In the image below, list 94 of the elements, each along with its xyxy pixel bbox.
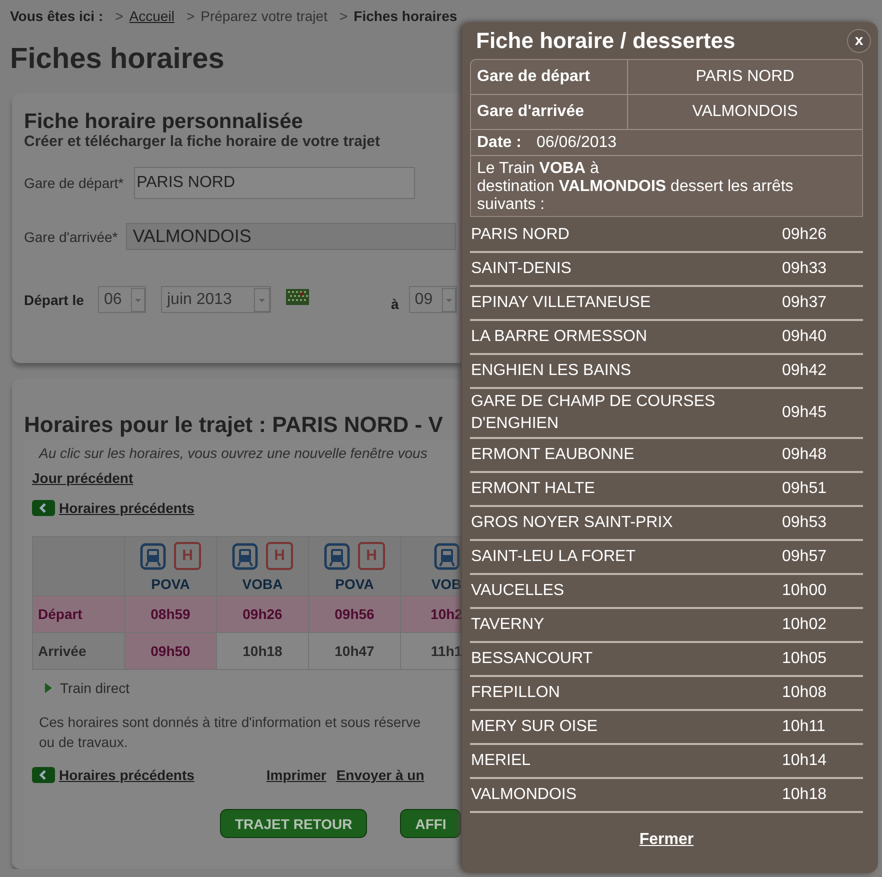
action-button[interactable]: AFFI: [400, 809, 462, 838]
stop-name: SAINT-DENIS: [471, 259, 572, 279]
arrival-time[interactable]: 09h50: [125, 633, 217, 669]
modal-title: Fiche horaire / dessertes: [476, 28, 736, 54]
stop-time: 10h14: [782, 752, 828, 770]
info-value: VALMONDOIS: [691, 103, 799, 121]
previous-times-link[interactable]: Horaires précédents: [59, 500, 194, 516]
stop-name: GROS NOYER SAINT-PRIX: [471, 513, 674, 533]
card-subtitle: Créer et télécharger la fiche horaire de votre trajet: [24, 133, 381, 150]
disclaimer-text: Ces horaires sont donnés à titre d'information et sous réserve ou de travaux.: [39, 713, 422, 752]
stop-time: 10h18: [782, 786, 828, 804]
stop-name: LA BARRE ORMESSON: [471, 327, 648, 347]
stop-name: MERIEL: [471, 751, 532, 771]
breadcrumb-separator: >: [186, 8, 195, 24]
info-label: Gare de départ: [471, 60, 628, 94]
previous-day-link[interactable]: Jour précédent: [32, 470, 134, 486]
row-header: Arrivée: [33, 633, 125, 669]
date-label: Départ le: [24, 292, 85, 308]
calendar-icon[interactable]: [286, 288, 309, 304]
stop-name: GARE DE CHAMP DE COURSES D'ENGHIEN: [471, 392, 716, 434]
send-link[interactable]: Envoyer à un: [336, 767, 424, 783]
stop-name: TAVERNY: [471, 615, 546, 635]
previous-times-link[interactable]: Horaires précédents: [59, 767, 194, 783]
stop-time: 10h08: [782, 684, 828, 702]
stop-name: MERY SUR OISE: [471, 717, 599, 737]
action-button[interactable]: TRAJET RETOUR: [220, 809, 368, 838]
stop-time: 10h02: [782, 616, 828, 634]
date-label: Date :: [477, 134, 522, 152]
breadcrumb-item: Fiches horaires: [354, 8, 458, 24]
field-label: Gare d'arrivée*: [24, 228, 118, 244]
breadcrumb-link[interactable]: Accueil: [129, 8, 174, 24]
info-badge[interactable]: H: [358, 542, 385, 570]
info-label: Gare d'arrivée: [471, 95, 628, 129]
train-icon: [324, 542, 350, 570]
date-value: 06/06/2013: [536, 134, 617, 152]
day-select[interactable]: 06: [98, 286, 146, 313]
stop-name: ERMONT HALTE: [471, 479, 596, 499]
train-icon: [232, 542, 258, 570]
caret-icon: [131, 288, 145, 312]
stop-time: 09h51: [782, 480, 828, 498]
stop-name: ENGHIEN LES BAINS: [471, 361, 632, 381]
info-badge[interactable]: H: [174, 542, 201, 570]
train-icon: [140, 542, 166, 570]
time-label: à: [391, 296, 399, 312]
breadcrumb-item: Préparez votre trajet: [200, 8, 328, 24]
train-code: VOBA: [242, 576, 283, 592]
stop-time: 09h42: [782, 362, 828, 380]
stop-time: 09h57: [782, 548, 828, 566]
stop-time: 09h45: [782, 404, 828, 422]
page-title: Fiches horaires: [10, 42, 226, 76]
train-code: POVA: [151, 576, 190, 592]
stop-name: PARIS NORD: [471, 225, 570, 245]
stop-name: VAUCELLES: [471, 581, 566, 601]
close-button[interactable]: x: [847, 28, 871, 52]
info-badge[interactable]: H: [266, 542, 293, 570]
stop-name: SAINT-LEU LA FORET: [471, 547, 636, 567]
stop-time: 09h26: [782, 226, 828, 244]
breadcrumb-label: Vous êtes ici :: [10, 8, 104, 24]
stop-time: 09h53: [782, 514, 828, 532]
stop-name: BESSANCOURT: [471, 649, 594, 669]
stop-name: VALMONDOIS: [471, 785, 578, 805]
results-title: Horaires pour le trajet : PARIS NORD - V: [23, 412, 444, 438]
intro-text: Le Train VOBA à destination VALMONDOIS dessert les arrêts suivants :: [476, 159, 794, 215]
stop-name: FREPILLON: [471, 683, 561, 703]
train-code: VOB: [431, 576, 462, 592]
triangle-icon: [45, 683, 52, 693]
stop-time: 09h48: [782, 446, 828, 464]
info-value: PARIS NORD: [694, 68, 796, 86]
field-label: Gare de départ*: [24, 175, 124, 191]
arrival-field[interactable]: VALMONDOIS: [126, 223, 456, 250]
close-link[interactable]: Fermer: [639, 831, 694, 848]
stop-time: 09h40: [782, 328, 828, 346]
stop-name: EPINAY VILLETANEUSE: [471, 293, 652, 313]
breadcrumb-separator: >: [339, 8, 348, 24]
card-title: Fiche horaire personnalisée: [24, 111, 304, 133]
stop-time: 10h11: [782, 718, 826, 736]
caret-icon: [254, 288, 270, 312]
departure-field[interactable]: PARIS NORD: [134, 167, 415, 199]
stop-time: 09h33: [782, 260, 828, 278]
arrival-time[interactable]: 10h18: [217, 633, 309, 669]
train-icon: [434, 543, 460, 570]
caret-icon: [442, 288, 456, 312]
train-code: POVA: [335, 576, 374, 592]
notice-text: Au clic sur les horaires, vous ouvrez une nouvelle fenêtre vous: [38, 445, 428, 461]
month-select[interactable]: juin 2013: [161, 286, 271, 313]
stop-time: 10h00: [782, 582, 828, 600]
legend-text: Train direct: [60, 680, 130, 696]
breadcrumb-separator: >: [115, 8, 124, 24]
arrival-time[interactable]: 10h47: [309, 633, 401, 669]
print-link[interactable]: Imprimer: [266, 767, 326, 783]
stop-name: ERMONT EAUBONNE: [471, 445, 636, 465]
hour-select[interactable]: 09: [408, 286, 457, 313]
stop-time: 10h05: [782, 650, 828, 668]
stop-time: 09h37: [782, 294, 828, 312]
